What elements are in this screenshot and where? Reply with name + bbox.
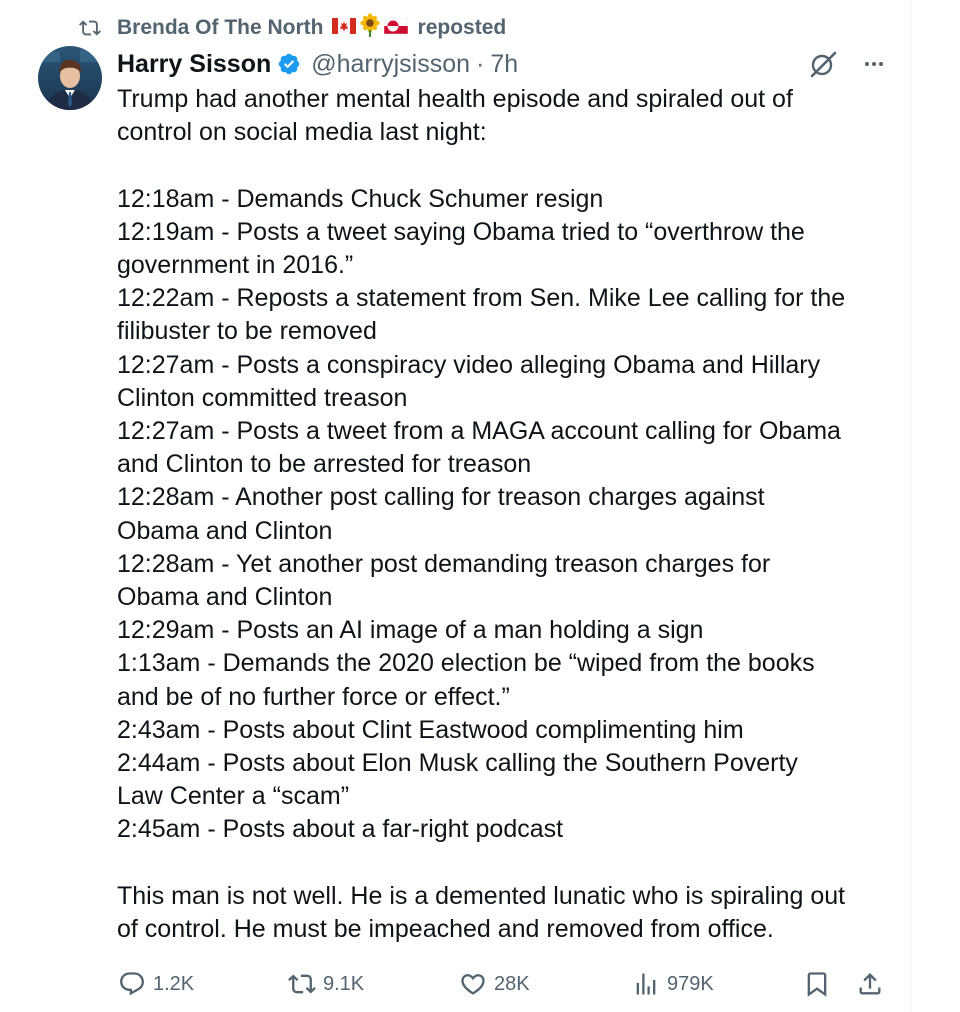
timeline-entry: 2:44am - Posts about Elon Musk calling t… xyxy=(117,749,798,778)
intro-line: control on social media last night: xyxy=(117,118,487,147)
separator-dot: · xyxy=(476,49,485,78)
timeline-list: 12:18am - Demands Chuck Schumer resign 1… xyxy=(117,183,897,847)
reposted-label: reposted xyxy=(417,16,507,39)
closing-line: of control. He must be impeached and rem… xyxy=(117,915,774,944)
repost-button[interactable]: 9.1K xyxy=(287,966,364,1002)
like-button[interactable]: 28K xyxy=(458,966,530,1002)
timeline-entry: 12:29am - Posts an AI image of a man hol… xyxy=(117,616,704,645)
avatar[interactable] xyxy=(38,46,102,110)
share-button[interactable] xyxy=(855,966,891,1002)
reposter-flags xyxy=(331,13,410,43)
reply-count: 1.2K xyxy=(153,972,195,995)
timeline-entry: 2:43am - Posts about Clint Eastwood comp… xyxy=(117,715,744,744)
more-options-icon[interactable] xyxy=(860,50,888,78)
paragraph-break xyxy=(117,847,897,880)
timeline-entry-continued: and be of no further force or effect.” xyxy=(117,682,510,711)
intro-line: Trump had another mental health episode … xyxy=(117,85,793,113)
timeline-entry: 12:18am - Demands Chuck Schumer resign xyxy=(117,184,604,213)
tweet-text: Trump had another mental health episode … xyxy=(117,83,897,946)
timeline-entry-continued: Law Center a “scam” xyxy=(117,782,350,811)
repost-action-icon xyxy=(287,969,317,999)
views-chart-icon xyxy=(631,969,661,999)
greenland-flag-icon xyxy=(383,16,408,40)
bookmark-icon xyxy=(802,969,832,999)
repost-icon xyxy=(77,16,105,40)
timeline-entry-continued: Clinton committed treason xyxy=(117,383,408,412)
timeline-entry: 12:19am - Posts a tweet saying Obama tri… xyxy=(117,217,805,246)
tweet-header: Harry Sisson @harryjsisson · 7h xyxy=(117,46,518,82)
reply-button[interactable]: 1.2K xyxy=(117,966,194,1002)
timeline-border xyxy=(910,0,911,1012)
share-icon xyxy=(855,969,885,999)
heart-icon xyxy=(458,969,488,999)
repost-header[interactable]: Brenda Of The North reposted xyxy=(77,13,507,43)
view-count: 979K xyxy=(667,972,714,995)
reply-icon xyxy=(117,969,147,999)
timeline-entry-continued: Obama and Clinton xyxy=(117,583,333,612)
tweet-intro: Trump had another mental health episode … xyxy=(117,83,897,149)
timeline-entry: 12:27am - Posts a conspiracy video alleg… xyxy=(117,350,821,379)
timeline-entry: 12:22am - Reposts a statement from Sen. … xyxy=(117,284,846,313)
timeline-entry-continued: and Clinton to be arrested for treason xyxy=(117,450,532,479)
paragraph-break xyxy=(117,149,897,182)
repost-count: 9.1K xyxy=(323,972,365,995)
author-display-name[interactable]: Harry Sisson xyxy=(117,50,271,79)
timeline-entry: 12:28am - Another post calling for treas… xyxy=(117,483,765,512)
timeline-entry: 1:13am - Demands the 2020 election be “w… xyxy=(117,649,815,678)
tweet-top-actions xyxy=(808,46,888,82)
timeline-entry: 12:27am - Posts a tweet from a MAGA acco… xyxy=(117,417,841,446)
closing-line: This man is not well. He is a demented l… xyxy=(117,881,846,910)
tweet-action-bar: 1.2K 9.1K 28K 979K xyxy=(117,966,887,1002)
author-handle[interactable]: @harryjsisson xyxy=(311,50,470,79)
timeline-entry-continued: filibuster to be removed xyxy=(117,317,377,346)
canada-flag-icon xyxy=(331,16,356,40)
views-button[interactable]: 979K xyxy=(631,966,714,1002)
tweet-closing: This man is not well. He is a demented l… xyxy=(117,880,897,946)
reposter-name[interactable]: Brenda Of The North xyxy=(117,16,324,40)
timeline-entry: 12:28am - Yet another post demanding tre… xyxy=(117,549,771,578)
like-count: 28K xyxy=(494,972,530,995)
post-time[interactable]: 7h xyxy=(490,50,518,79)
sunflower-icon xyxy=(358,13,382,43)
grok-icon[interactable] xyxy=(808,49,838,79)
timeline-entry-continued: Obama and Clinton xyxy=(117,516,333,545)
timeline-entry-continued: government in 2016.” xyxy=(117,251,354,279)
bookmark-button[interactable] xyxy=(802,966,838,1002)
verified-badge-icon[interactable] xyxy=(277,52,301,76)
timeline-entry: 2:45am - Posts about a far-right podcast xyxy=(117,815,564,844)
